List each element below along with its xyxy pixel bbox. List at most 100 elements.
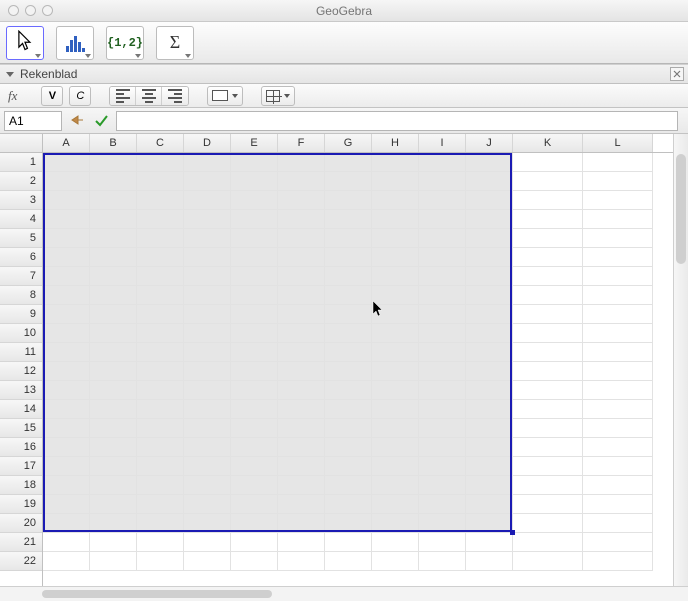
cell[interactable] bbox=[372, 476, 419, 495]
cell[interactable] bbox=[231, 305, 278, 324]
cell[interactable] bbox=[184, 267, 231, 286]
cell[interactable] bbox=[325, 305, 372, 324]
cell[interactable] bbox=[583, 172, 653, 191]
cell[interactable] bbox=[90, 267, 137, 286]
column-header[interactable]: K bbox=[513, 134, 583, 152]
cell[interactable] bbox=[43, 286, 90, 305]
cell[interactable] bbox=[90, 324, 137, 343]
cell[interactable] bbox=[184, 381, 231, 400]
cell[interactable] bbox=[513, 362, 583, 381]
column-header[interactable]: L bbox=[583, 134, 653, 152]
row-header[interactable]: 9 bbox=[0, 305, 42, 324]
cell[interactable] bbox=[513, 305, 583, 324]
cell[interactable] bbox=[90, 362, 137, 381]
column-header[interactable]: C bbox=[137, 134, 184, 152]
scrollbar-thumb[interactable] bbox=[676, 154, 686, 264]
cell-reference-input[interactable] bbox=[4, 111, 62, 131]
cell[interactable] bbox=[325, 362, 372, 381]
cell[interactable] bbox=[231, 400, 278, 419]
cell[interactable] bbox=[513, 495, 583, 514]
cell[interactable] bbox=[90, 381, 137, 400]
cell[interactable] bbox=[583, 381, 653, 400]
cell[interactable] bbox=[231, 343, 278, 362]
cell[interactable] bbox=[231, 191, 278, 210]
cell[interactable] bbox=[419, 362, 466, 381]
cell[interactable] bbox=[466, 362, 513, 381]
row-header[interactable]: 7 bbox=[0, 267, 42, 286]
cell[interactable] bbox=[372, 362, 419, 381]
cell[interactable] bbox=[184, 438, 231, 457]
cell[interactable] bbox=[231, 267, 278, 286]
cell[interactable] bbox=[513, 153, 583, 172]
cell[interactable] bbox=[231, 533, 278, 552]
cell[interactable] bbox=[419, 210, 466, 229]
column-header[interactable]: H bbox=[372, 134, 419, 152]
cell[interactable] bbox=[231, 438, 278, 457]
cell[interactable] bbox=[137, 362, 184, 381]
cell[interactable] bbox=[90, 191, 137, 210]
cell[interactable] bbox=[583, 457, 653, 476]
row-header[interactable]: 11 bbox=[0, 343, 42, 362]
cell[interactable] bbox=[184, 476, 231, 495]
column-header[interactable]: E bbox=[231, 134, 278, 152]
cancel-formula-button[interactable] bbox=[68, 112, 86, 130]
column-header[interactable]: B bbox=[90, 134, 137, 152]
cell[interactable] bbox=[419, 172, 466, 191]
cell[interactable] bbox=[372, 343, 419, 362]
cell[interactable] bbox=[372, 267, 419, 286]
cell[interactable] bbox=[466, 267, 513, 286]
cell[interactable] bbox=[372, 191, 419, 210]
cell[interactable] bbox=[372, 210, 419, 229]
cell[interactable] bbox=[372, 514, 419, 533]
cell[interactable] bbox=[184, 343, 231, 362]
cell[interactable] bbox=[184, 495, 231, 514]
cell[interactable] bbox=[466, 210, 513, 229]
cell[interactable] bbox=[583, 305, 653, 324]
align-center-button[interactable] bbox=[136, 87, 162, 105]
cell[interactable] bbox=[583, 476, 653, 495]
cell[interactable] bbox=[43, 457, 90, 476]
cell[interactable] bbox=[43, 495, 90, 514]
cell[interactable] bbox=[325, 381, 372, 400]
column-header[interactable]: J bbox=[466, 134, 513, 152]
cell[interactable] bbox=[466, 324, 513, 343]
cell[interactable] bbox=[90, 400, 137, 419]
cell[interactable] bbox=[419, 191, 466, 210]
cell[interactable] bbox=[137, 305, 184, 324]
cell[interactable] bbox=[231, 172, 278, 191]
row-header[interactable]: 15 bbox=[0, 419, 42, 438]
cell[interactable] bbox=[372, 457, 419, 476]
cell[interactable] bbox=[184, 248, 231, 267]
cell[interactable] bbox=[43, 248, 90, 267]
cell[interactable] bbox=[231, 552, 278, 571]
cell[interactable] bbox=[583, 533, 653, 552]
cell[interactable] bbox=[137, 153, 184, 172]
cell[interactable] bbox=[419, 324, 466, 343]
cell[interactable] bbox=[583, 362, 653, 381]
sum-tool-button[interactable]: Σ bbox=[156, 26, 194, 60]
cell[interactable] bbox=[43, 476, 90, 495]
cell[interactable] bbox=[90, 248, 137, 267]
cell[interactable] bbox=[419, 305, 466, 324]
cell[interactable] bbox=[90, 229, 137, 248]
cell[interactable] bbox=[90, 305, 137, 324]
cell[interactable] bbox=[513, 438, 583, 457]
cell[interactable] bbox=[513, 210, 583, 229]
cell[interactable] bbox=[137, 495, 184, 514]
cell[interactable] bbox=[90, 533, 137, 552]
cell[interactable] bbox=[137, 286, 184, 305]
cell[interactable] bbox=[419, 457, 466, 476]
cell[interactable] bbox=[325, 267, 372, 286]
cell[interactable] bbox=[231, 210, 278, 229]
cell[interactable] bbox=[325, 533, 372, 552]
cell[interactable] bbox=[513, 419, 583, 438]
list-tool-button[interactable]: {1,2} bbox=[106, 26, 144, 60]
cell[interactable] bbox=[231, 286, 278, 305]
cell[interactable] bbox=[325, 514, 372, 533]
cell[interactable] bbox=[137, 476, 184, 495]
cell[interactable] bbox=[513, 552, 583, 571]
analysis-tool-button[interactable] bbox=[56, 26, 94, 60]
cell[interactable] bbox=[43, 381, 90, 400]
cell[interactable] bbox=[90, 514, 137, 533]
cell[interactable] bbox=[184, 324, 231, 343]
